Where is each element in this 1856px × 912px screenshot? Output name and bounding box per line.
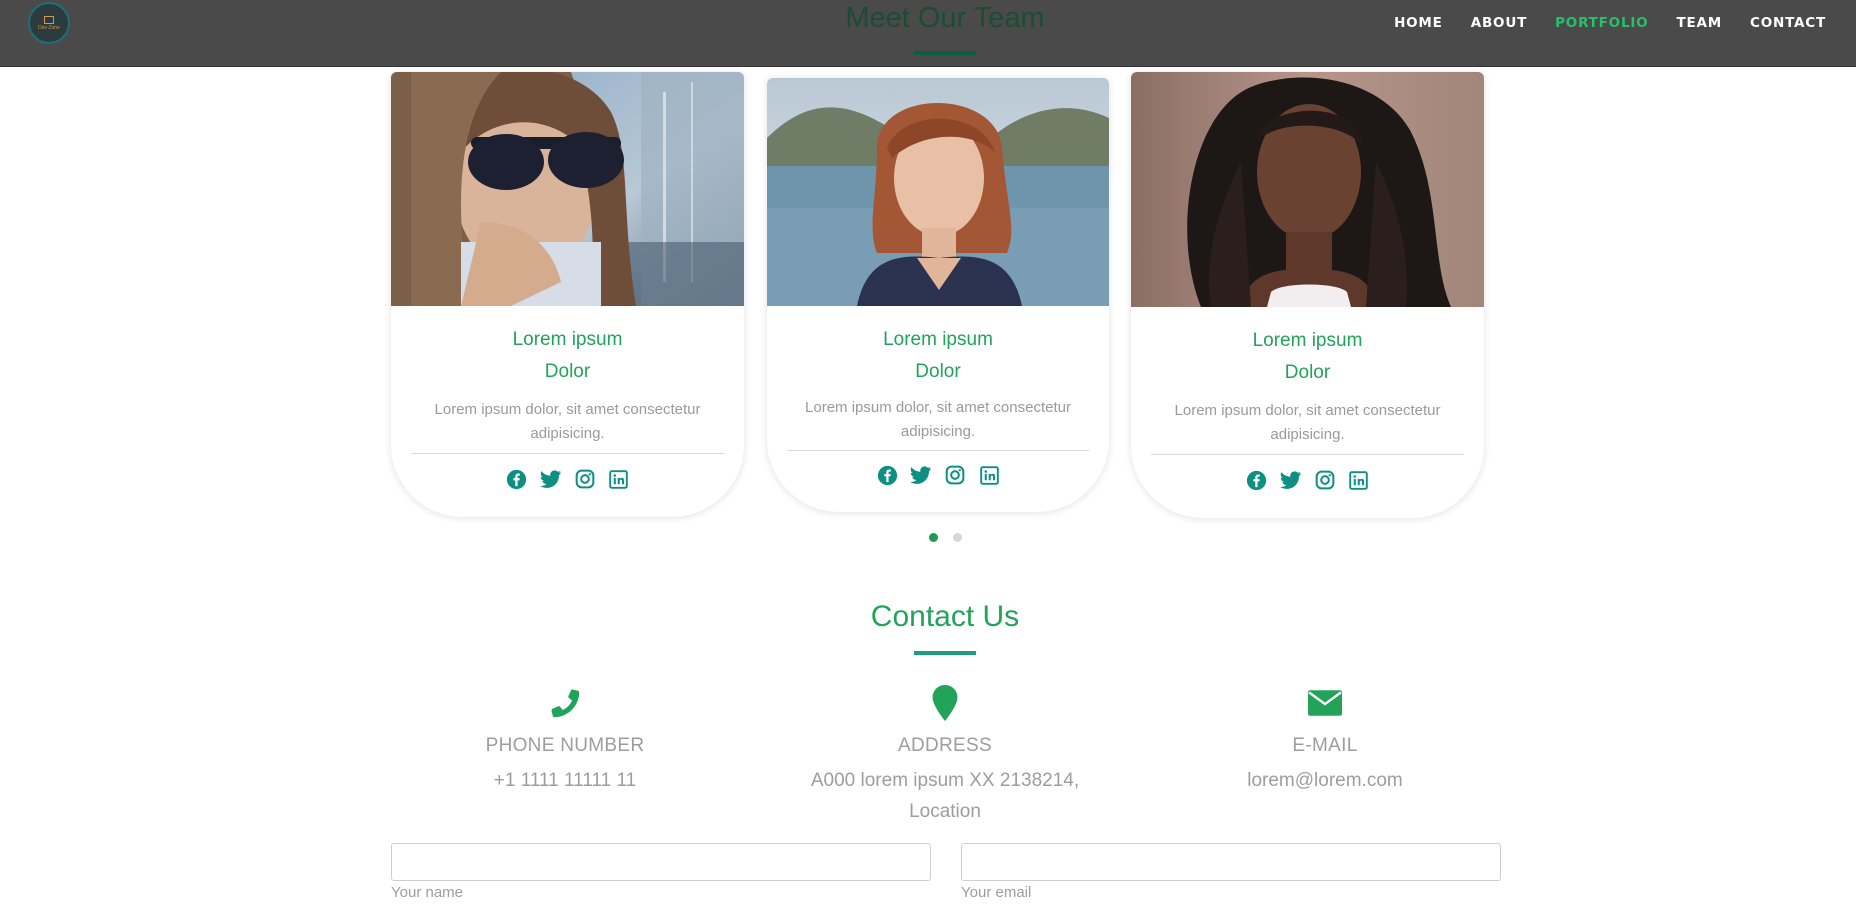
twitter-icon[interactable] bbox=[910, 464, 932, 486]
address-label: ADDRESS bbox=[898, 735, 992, 756]
instagram-icon[interactable] bbox=[944, 464, 966, 486]
carousel-dot-2[interactable] bbox=[953, 533, 962, 542]
twitter-icon[interactable] bbox=[1279, 469, 1302, 491]
social-links bbox=[1131, 469, 1484, 491]
envelope-icon bbox=[1165, 683, 1485, 723]
team-member-name: Lorem ipsum bbox=[1252, 330, 1363, 351]
team-card: Lorem ipsum Dolor Lorem ipsum dolor, sit… bbox=[1131, 72, 1484, 518]
facebook-icon[interactable] bbox=[1246, 469, 1268, 491]
name-field-label: Your name bbox=[391, 884, 463, 901]
social-links bbox=[767, 464, 1109, 486]
team-card: Lorem ipsum Dolor Lorem ipsum dolor, sit… bbox=[391, 72, 744, 517]
team-member-name: Lorem ipsum bbox=[883, 329, 993, 350]
instagram-icon[interactable] bbox=[1314, 469, 1336, 491]
card-divider bbox=[787, 450, 1089, 451]
contact-address: ADDRESS A000 lorem ipsum XX 2138214, Loc… bbox=[785, 683, 1105, 827]
team-member-surname: Dolor bbox=[915, 361, 961, 382]
contact-phone: PHONE NUMBER +1 1111 11111 11 bbox=[405, 683, 725, 796]
contact-title-underline bbox=[914, 651, 976, 655]
twitter-icon[interactable] bbox=[539, 468, 562, 490]
team-member-photo bbox=[767, 78, 1109, 306]
linkedin-icon[interactable] bbox=[978, 464, 1000, 486]
team-member-description: Lorem ipsum dolor, sit amet consectetur … bbox=[805, 399, 1071, 440]
email-label: E-MAIL bbox=[1292, 735, 1358, 756]
card-divider bbox=[1151, 454, 1464, 455]
team-member-description: Lorem ipsum dolor, sit amet consectetur … bbox=[434, 401, 701, 442]
phone-label: PHONE NUMBER bbox=[485, 735, 645, 756]
team-member-name: Lorem ipsum bbox=[512, 329, 623, 350]
team-member-description: Lorem ipsum dolor, sit amet consectetur … bbox=[1174, 402, 1441, 443]
team-section-title: Meet Our Team bbox=[845, 2, 1045, 34]
card-divider bbox=[411, 453, 724, 454]
social-links bbox=[391, 468, 744, 490]
email-field[interactable] bbox=[961, 843, 1501, 881]
instagram-icon[interactable] bbox=[574, 468, 596, 490]
linkedin-icon[interactable] bbox=[1348, 469, 1370, 491]
team-member-surname: Dolor bbox=[544, 361, 591, 382]
email-value: lorem@lorem.com bbox=[1247, 770, 1403, 791]
team-card: Lorem ipsum Dolor Lorem ipsum dolor, sit… bbox=[767, 78, 1109, 512]
linkedin-icon[interactable] bbox=[608, 468, 630, 490]
facebook-icon[interactable] bbox=[506, 468, 528, 490]
team-title-underline bbox=[914, 51, 976, 55]
address-value: A000 lorem ipsum XX 2138214, Location bbox=[810, 770, 1080, 822]
email-field-label: Your email bbox=[961, 884, 1032, 901]
team-member-photo bbox=[1131, 72, 1484, 307]
facebook-icon[interactable] bbox=[876, 464, 898, 486]
contact-email: E-MAIL lorem@lorem.com bbox=[1165, 683, 1485, 796]
team-member-photo bbox=[391, 72, 744, 306]
phone-icon bbox=[405, 683, 725, 723]
contact-section-title: Contact Us bbox=[870, 600, 1020, 633]
carousel-pagination bbox=[929, 533, 962, 542]
phone-value: +1 1111 11111 11 bbox=[493, 770, 637, 791]
carousel-dot-1[interactable] bbox=[929, 533, 938, 542]
name-field[interactable] bbox=[391, 843, 931, 881]
map-marker-icon bbox=[785, 683, 1105, 723]
team-member-surname: Dolor bbox=[1284, 362, 1331, 383]
